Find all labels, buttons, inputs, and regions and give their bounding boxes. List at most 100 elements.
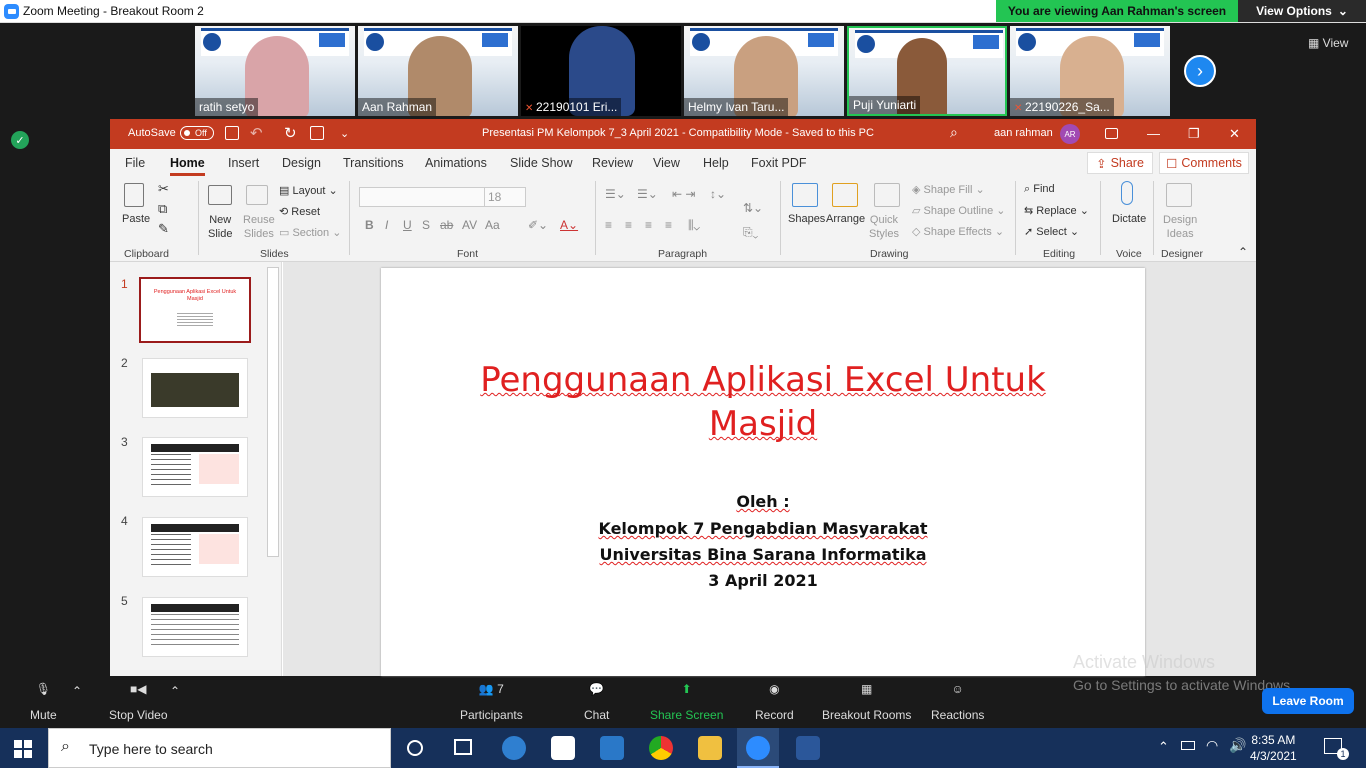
tab-slide-show[interactable]: Slide Show bbox=[510, 156, 573, 170]
text-direction-icon[interactable]: ⇅⌄ bbox=[743, 201, 763, 215]
slide-university[interactable]: Universitas Bina Sarana Informatika bbox=[381, 545, 1145, 564]
chat-button[interactable]: 💬 Chat bbox=[584, 682, 609, 722]
reactions-button[interactable]: ☺ Reactions bbox=[931, 682, 984, 722]
participants-button[interactable]: 👥 7 Participants bbox=[460, 682, 523, 722]
change-case-button[interactable]: Aa bbox=[485, 218, 500, 232]
participant-tile[interactable]: ratih setyo bbox=[195, 26, 355, 116]
tab-animations[interactable]: Animations bbox=[425, 156, 487, 170]
share-button[interactable]: ⇪ Share bbox=[1087, 152, 1153, 174]
arrange-button[interactable]: Arrange bbox=[826, 213, 865, 225]
collapse-ribbon-icon[interactable]: ⌃ bbox=[1238, 245, 1248, 259]
redo-icon[interactable]: ↻ bbox=[284, 124, 297, 142]
ribbon-display-icon[interactable] bbox=[1105, 128, 1118, 139]
new-slide-button[interactable]: New Slide bbox=[208, 213, 232, 241]
close-icon[interactable]: ✕ bbox=[1229, 126, 1240, 142]
design-ideas-button[interactable]: Design Ideas bbox=[1163, 213, 1197, 241]
slide-group[interactable]: Kelompok 7 Pengabdian Masyarakat bbox=[381, 519, 1145, 538]
participant-tile[interactable]: Aan Rahman bbox=[358, 26, 518, 116]
numbering-icon[interactable]: ☰⌄ bbox=[637, 187, 658, 201]
share-screen-button[interactable]: ⬆ Share Screen bbox=[650, 682, 723, 722]
search-icon[interactable]: ⌕ bbox=[950, 124, 958, 141]
taskbar-search-input[interactable]: ⌕ Type here to search bbox=[48, 728, 391, 768]
tab-home[interactable]: Home bbox=[170, 156, 205, 176]
layout-button[interactable]: ▤ Layout ⌄ bbox=[279, 184, 338, 197]
wifi-icon[interactable]: ◠ bbox=[1206, 737, 1218, 754]
quick-styles-button[interactable]: Quick Styles bbox=[869, 213, 899, 241]
copy-icon[interactable]: ⧉ bbox=[158, 201, 167, 217]
customize-qat-icon[interactable]: ⌄ bbox=[340, 127, 349, 140]
present-icon[interactable] bbox=[310, 126, 324, 140]
clock[interactable]: 8:35 AM 4/3/2021 bbox=[1250, 732, 1297, 764]
edge-icon[interactable] bbox=[502, 736, 526, 760]
align-left-icon[interactable]: ≡ bbox=[605, 218, 612, 232]
shape-effects-button[interactable]: ◇ Shape Effects ⌄ bbox=[912, 225, 1004, 238]
italic-button[interactable]: I bbox=[385, 218, 388, 232]
reset-button[interactable]: ⟲ Reset bbox=[279, 205, 320, 218]
dictate-button[interactable]: Dictate bbox=[1112, 213, 1146, 225]
word-icon[interactable] bbox=[796, 736, 820, 760]
slide-thumbnail-4[interactable] bbox=[142, 517, 248, 577]
shield-check-icon[interactable]: ✓ bbox=[11, 131, 29, 149]
slide-thumbnail-2[interactable] bbox=[142, 358, 248, 418]
line-spacing-icon[interactable]: ↕⌄ bbox=[710, 187, 726, 201]
bold-button[interactable]: B bbox=[365, 218, 374, 232]
save-icon[interactable] bbox=[225, 126, 239, 140]
shape-fill-button[interactable]: ◈ Shape Fill ⌄ bbox=[912, 183, 985, 196]
smartart-icon[interactable]: ⎘⌄ bbox=[743, 225, 758, 240]
bullets-icon[interactable]: ☰⌄ bbox=[605, 187, 626, 201]
align-right-icon[interactable]: ≡ bbox=[645, 218, 652, 232]
slide-title[interactable]: Penggunaan Aplikasi Excel Untuk Masjid bbox=[381, 358, 1145, 446]
format-painter-icon[interactable]: ✎ bbox=[158, 221, 169, 237]
tab-file[interactable]: File bbox=[125, 156, 145, 170]
tab-design[interactable]: Design bbox=[282, 156, 321, 170]
tab-insert[interactable]: Insert bbox=[228, 156, 259, 170]
select-button[interactable]: ➚ Select ⌄ bbox=[1024, 225, 1079, 238]
cut-icon[interactable]: ✂ bbox=[158, 181, 169, 197]
undo-icon[interactable]: ↶ bbox=[250, 124, 263, 142]
task-view-icon[interactable] bbox=[454, 739, 472, 755]
show-hidden-icons-icon[interactable]: ⌃ bbox=[1158, 739, 1169, 755]
mail-icon[interactable] bbox=[600, 736, 624, 760]
font-name-input[interactable] bbox=[359, 187, 485, 207]
view-options-button[interactable]: View Options ⌄ bbox=[1238, 0, 1366, 22]
reuse-slides-button[interactable]: Reuse Slides bbox=[243, 213, 275, 241]
highlight-icon[interactable]: ✐⌄ bbox=[528, 218, 548, 232]
shadow-button[interactable]: S bbox=[422, 218, 430, 232]
align-center-icon[interactable]: ≡ bbox=[625, 218, 632, 232]
slide-thumbnail-5[interactable] bbox=[142, 597, 248, 657]
tab-help[interactable]: Help bbox=[703, 156, 729, 170]
video-options-chevron-icon[interactable]: ⌃ bbox=[170, 684, 180, 698]
chrome-icon[interactable] bbox=[649, 736, 673, 760]
volume-icon[interactable]: 🔊 bbox=[1229, 737, 1246, 754]
cortana-icon[interactable] bbox=[407, 740, 423, 756]
tab-transitions[interactable]: Transitions bbox=[343, 156, 404, 170]
strikethrough-button[interactable]: ab bbox=[440, 218, 453, 232]
gallery-view-button[interactable]: ▦ View bbox=[1308, 36, 1348, 50]
file-explorer-icon[interactable] bbox=[698, 736, 722, 760]
slide[interactable]: Penggunaan Aplikasi Excel Untuk Masjid Ol… bbox=[381, 268, 1145, 676]
tab-review[interactable]: Review bbox=[592, 156, 633, 170]
autosave-toggle[interactable]: Off bbox=[180, 126, 214, 140]
participant-tile-active[interactable]: Puji Yuniarti bbox=[847, 26, 1007, 116]
paste-button[interactable]: Paste bbox=[122, 213, 150, 225]
breakout-rooms-button[interactable]: ▦ Breakout Rooms bbox=[822, 682, 911, 722]
indent-icon[interactable]: ⇤ ⇥ bbox=[672, 187, 695, 201]
participant-tile[interactable]: ✕ 22190226_Sa... bbox=[1010, 26, 1170, 116]
audio-options-chevron-icon[interactable]: ⌃ bbox=[72, 684, 82, 698]
mute-button[interactable]: 🎙 Mute bbox=[30, 682, 57, 722]
section-button[interactable]: ▭ Section ⌄ bbox=[279, 226, 341, 239]
columns-icon[interactable]: ⫼⌄ bbox=[688, 218, 700, 233]
underline-button[interactable]: U bbox=[403, 218, 412, 232]
zoom-taskbar-app[interactable] bbox=[737, 728, 779, 768]
participant-tile[interactable]: ✕ 22190101 Eri... bbox=[521, 26, 681, 116]
avatar[interactable]: AR bbox=[1060, 124, 1080, 144]
participant-tile[interactable]: Helmy Ivan Taru... bbox=[684, 26, 844, 116]
replace-button[interactable]: ⇆ Replace ⌄ bbox=[1024, 204, 1089, 217]
font-color-button[interactable]: A⌄ bbox=[560, 218, 578, 232]
font-size-input[interactable]: 18 bbox=[484, 187, 526, 207]
restore-icon[interactable]: ❐ bbox=[1188, 126, 1200, 142]
minimize-icon[interactable]: — bbox=[1147, 126, 1160, 141]
document-title[interactable]: Presentasi PM Kelompok 7_3 April 2021 - … bbox=[482, 127, 874, 139]
comments-button[interactable]: ☐ Comments bbox=[1159, 152, 1249, 174]
justify-icon[interactable]: ≡ bbox=[665, 218, 672, 232]
